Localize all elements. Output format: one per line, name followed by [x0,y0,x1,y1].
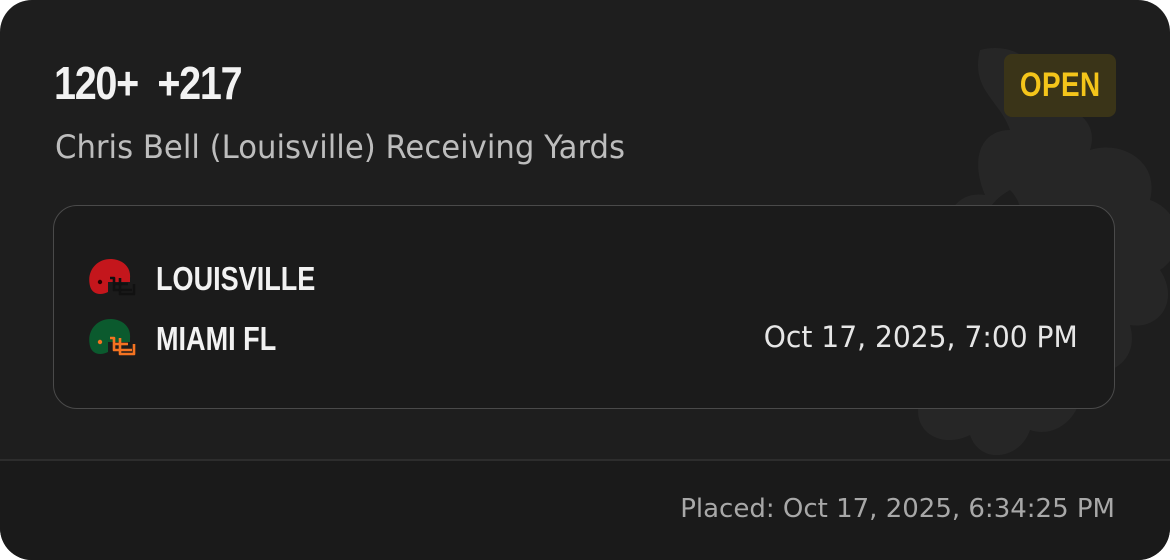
matchup-panel[interactable]: LOUISVILLE MIAMI FL Oct 17, 2025, 7:00 P… [53,205,1115,409]
divider [0,459,1170,461]
game-start-time: Oct 17, 2025, 7:00 PM [763,320,1078,354]
team-row-miami: MIAMI FL [84,314,303,364]
placed-timestamp: Placed: Oct 17, 2025, 6:34:25 PM [680,494,1115,524]
status-badge: OPEN [1004,54,1116,117]
status-label: OPEN [1019,66,1101,104]
team-name: LOUISVILLE [156,260,316,297]
helmet-icon [89,318,136,356]
bet-card[interactable]: 120+ +217 Chris Bell (Louisville) Receiv… [0,0,1170,560]
bet-selection-odds: 120+ +217 [54,56,243,110]
team-row-louisville: LOUISVILLE [84,254,350,304]
market-description: Chris Bell (Louisville) Receiving Yards [55,128,626,166]
selection-label: 120+ [54,57,139,109]
helmet-icon [89,258,136,296]
odds-label: +217 [157,57,242,109]
team-name: MIAMI FL [156,320,277,357]
